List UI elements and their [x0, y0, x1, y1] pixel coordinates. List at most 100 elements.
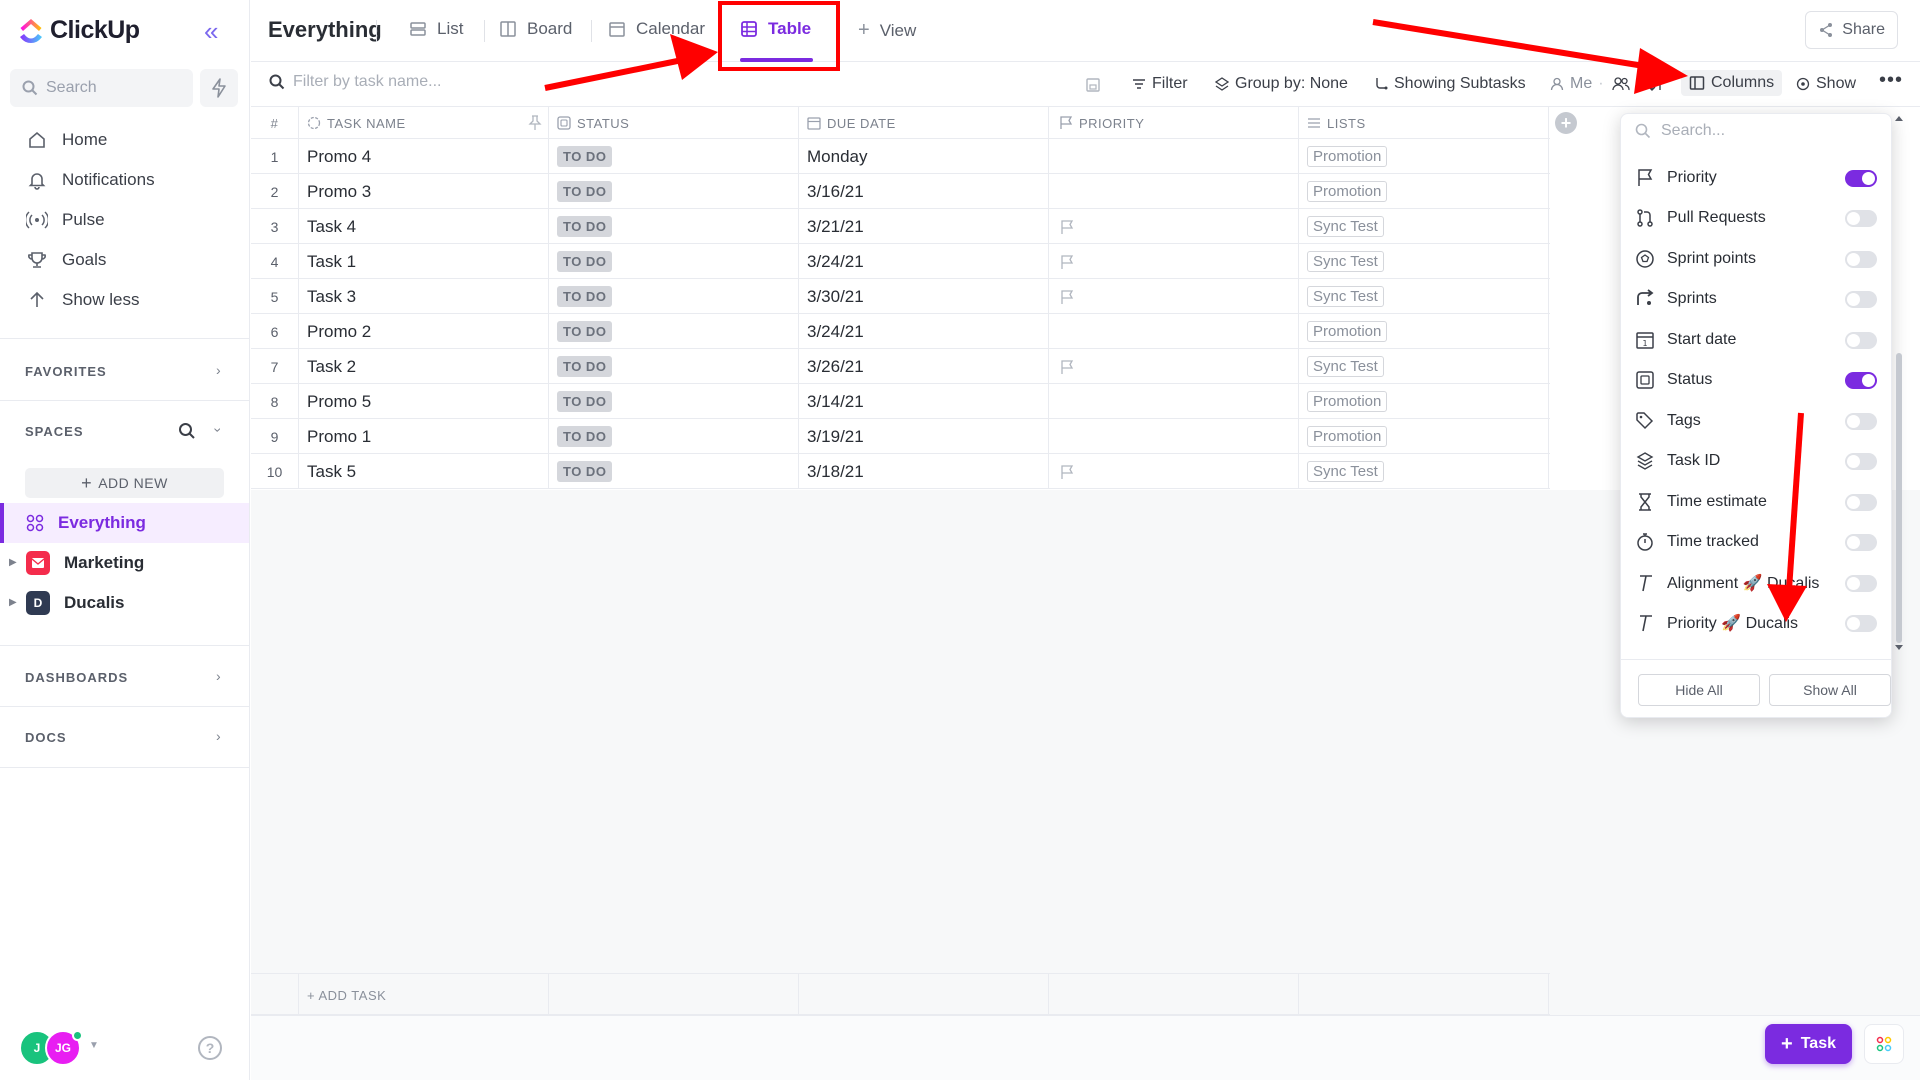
status-badge[interactable]: TO DO: [557, 251, 613, 272]
tab-board[interactable]: Board: [499, 19, 572, 39]
priority-cell[interactable]: [1049, 209, 1299, 244]
apps-button[interactable]: [1864, 1024, 1904, 1064]
columns-menu-scrollbar[interactable]: [1893, 113, 1905, 653]
column-option-time[interactable]: Time tracked: [1635, 522, 1877, 562]
sidebar-item-goals[interactable]: Goals: [0, 240, 250, 280]
status-cell[interactable]: TO DO: [549, 209, 799, 244]
column-toggle[interactable]: [1845, 250, 1877, 268]
column-toggle[interactable]: [1845, 169, 1877, 187]
sidebar-search[interactable]: Search: [10, 69, 193, 107]
lists-cell[interactable]: Promotion: [1299, 384, 1549, 419]
column-option-alignment-ducalis[interactable]: Alignment 🚀 Ducalis: [1635, 563, 1877, 603]
task-name-cell[interactable]: Promo 4: [299, 139, 549, 174]
header-priority[interactable]: PRIORITY: [1049, 107, 1299, 139]
filter-task-input[interactable]: Filter by task name...: [269, 73, 442, 91]
chevron-down-icon[interactable]: ›: [210, 428, 226, 433]
priority-cell[interactable]: [1049, 314, 1299, 349]
search-spaces-icon[interactable]: [178, 422, 196, 440]
help-icon[interactable]: ?: [198, 1036, 222, 1060]
due-date-cell[interactable]: 3/30/21: [799, 279, 1049, 314]
favorites-header[interactable]: FAVORITES: [25, 364, 107, 379]
table-row[interactable]: 1 Promo 4 TO DO Monday Promotion: [251, 139, 1550, 174]
status-badge[interactable]: TO DO: [557, 216, 613, 237]
column-toggle[interactable]: [1845, 615, 1877, 632]
column-toggle[interactable]: [1845, 534, 1877, 551]
column-option-status[interactable]: Status: [1635, 360, 1877, 400]
table-row[interactable]: 9 Promo 1 TO DO 3/19/21 Promotion: [251, 419, 1550, 454]
clickup-logo[interactable]: ClickUp: [18, 16, 140, 45]
me-filter-button[interactable]: Me ·: [1550, 75, 1604, 93]
group-by-button[interactable]: Group by: None: [1215, 75, 1348, 93]
table-row[interactable]: 8 Promo 5 TO DO 3/14/21 Promotion: [251, 384, 1550, 419]
sort-icon[interactable]: [1648, 76, 1664, 92]
header-due-date[interactable]: DUE DATE: [799, 107, 1049, 139]
collapse-sidebar-button[interactable]: «: [204, 18, 218, 44]
space-item-marketing[interactable]: Marketing: [0, 543, 249, 583]
due-date-cell[interactable]: 3/24/21: [799, 314, 1049, 349]
column-toggle[interactable]: [1845, 574, 1877, 592]
status-badge[interactable]: TO DO: [557, 286, 613, 307]
table-row[interactable]: 2 Promo 3 TO DO 3/16/21 Promotion: [251, 174, 1550, 209]
list-tag[interactable]: Sync Test: [1307, 216, 1384, 237]
task-name-cell[interactable]: Task 2: [299, 349, 549, 384]
priority-cell[interactable]: [1049, 349, 1299, 384]
lists-cell[interactable]: Sync Test: [1299, 454, 1549, 489]
list-tag[interactable]: Sync Test: [1307, 461, 1384, 482]
space-item-everything[interactable]: Everything: [0, 503, 249, 543]
column-toggle[interactable]: [1845, 210, 1877, 227]
pin-icon[interactable]: [528, 115, 542, 131]
due-date-cell[interactable]: 3/16/21: [799, 174, 1049, 209]
column-option-sprints[interactable]: Sprints: [1635, 279, 1877, 319]
due-date-cell[interactable]: 3/19/21: [799, 419, 1049, 454]
task-name-cell[interactable]: Task 4: [299, 209, 549, 244]
assignees-icon[interactable]: [1612, 76, 1630, 92]
table-row[interactable]: 5 Task 3 TO DO 3/30/21 Sync Test: [251, 279, 1550, 314]
due-date-cell[interactable]: 3/21/21: [799, 209, 1049, 244]
due-date-cell[interactable]: Monday: [799, 139, 1049, 174]
columns-button[interactable]: Columns: [1681, 70, 1783, 96]
task-name-cell[interactable]: Task 5: [299, 454, 549, 489]
table-row[interactable]: 3 Task 4 TO DO 3/21/21 Sync Test: [251, 209, 1550, 244]
status-cell[interactable]: TO DO: [549, 174, 799, 209]
table-row[interactable]: 7 Task 2 TO DO 3/26/21 Sync Test: [251, 349, 1550, 384]
chevron-down-icon[interactable]: ▼: [89, 1040, 99, 1051]
new-task-button[interactable]: + Task: [1765, 1024, 1852, 1064]
list-tag[interactable]: Promotion: [1307, 426, 1388, 447]
status-badge[interactable]: TO DO: [557, 321, 613, 342]
column-toggle[interactable]: [1845, 412, 1877, 430]
header-lists[interactable]: LISTS: [1299, 107, 1549, 139]
table-row[interactable]: 6 Promo 2 TO DO 3/24/21 Promotion: [251, 314, 1550, 349]
add-view-button[interactable]: + View: [858, 19, 916, 42]
tab-list[interactable]: List: [409, 19, 463, 39]
lists-cell[interactable]: Promotion: [1299, 139, 1549, 174]
share-button[interactable]: Share: [1805, 11, 1898, 49]
quick-actions-button[interactable]: [200, 69, 238, 107]
priority-cell[interactable]: [1049, 454, 1299, 489]
dashboards-header[interactable]: DASHBOARDS: [25, 670, 128, 685]
status-badge[interactable]: TO DO: [557, 461, 613, 482]
add-new-space-button[interactable]: + ADD NEW: [25, 468, 224, 498]
column-toggle[interactable]: [1845, 372, 1877, 389]
priority-cell[interactable]: [1049, 279, 1299, 314]
sidebar-item-home[interactable]: Home: [0, 120, 250, 160]
column-option-priority[interactable]: Priority: [1635, 158, 1877, 198]
docs-header[interactable]: DOCS: [25, 730, 67, 745]
list-tag[interactable]: Promotion: [1307, 181, 1388, 202]
column-option-start[interactable]: 1 Start date: [1635, 320, 1877, 360]
status-cell[interactable]: TO DO: [549, 419, 799, 454]
sidebar-item-pulse[interactable]: Pulse: [0, 200, 250, 240]
due-date-cell[interactable]: 3/14/21: [799, 384, 1049, 419]
priority-cell[interactable]: [1049, 139, 1299, 174]
subtasks-button[interactable]: Showing Subtasks: [1374, 75, 1526, 93]
chevron-right-icon[interactable]: ›: [216, 668, 221, 684]
status-badge[interactable]: TO DO: [557, 356, 613, 377]
priority-cell[interactable]: [1049, 419, 1299, 454]
task-name-cell[interactable]: Task 1: [299, 244, 549, 279]
status-cell[interactable]: TO DO: [549, 139, 799, 174]
task-name-cell[interactable]: Promo 2: [299, 314, 549, 349]
lists-cell[interactable]: Promotion: [1299, 174, 1549, 209]
status-cell[interactable]: TO DO: [549, 454, 799, 489]
status-cell[interactable]: TO DO: [549, 279, 799, 314]
list-tag[interactable]: Sync Test: [1307, 286, 1384, 307]
add-column-button[interactable]: +: [1555, 112, 1577, 134]
